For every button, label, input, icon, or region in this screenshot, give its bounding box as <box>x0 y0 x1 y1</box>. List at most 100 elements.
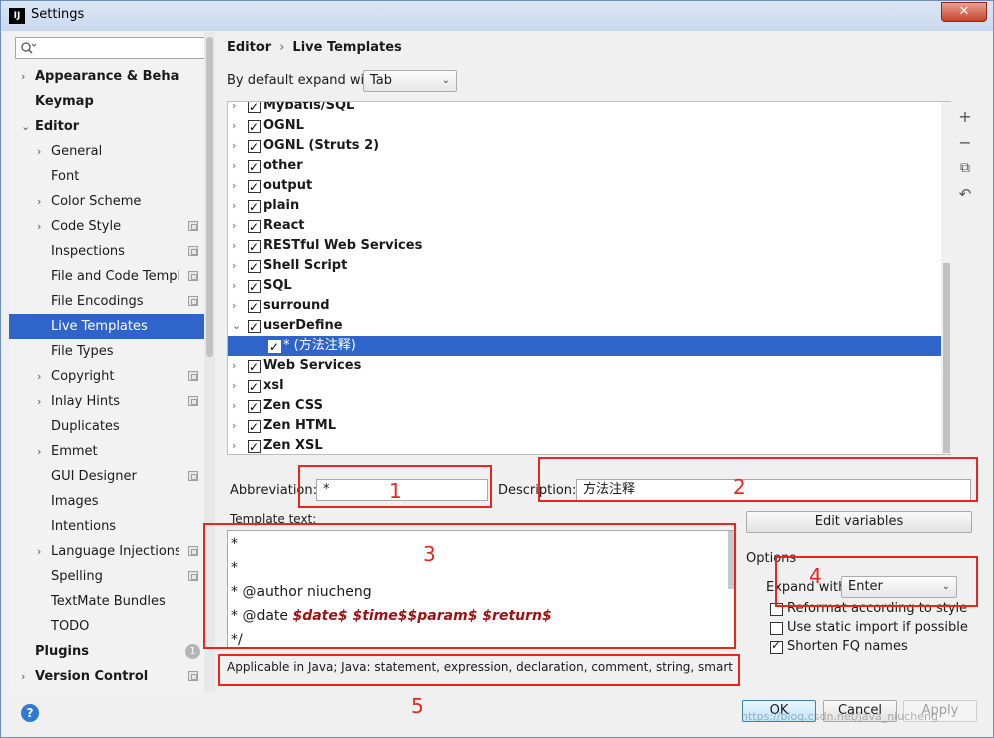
template-checkbox[interactable] <box>248 137 261 157</box>
sidebar-item[interactable]: TODO <box>9 614 215 639</box>
sidebar-item[interactable]: › Copyright <box>9 364 215 389</box>
template-group[interactable]: ⌄ userDefine <box>228 316 950 337</box>
chevron-right-icon[interactable]: › <box>37 439 41 464</box>
chevron-right-icon[interactable]: › <box>37 364 41 389</box>
sidebar-item[interactable]: File and Code Templates <box>9 264 215 289</box>
sidebar-item[interactable]: › Code Style <box>9 214 215 239</box>
sidebar-item[interactable]: File Encodings <box>9 289 215 314</box>
template-checkbox[interactable] <box>248 417 261 437</box>
chevron-right-icon[interactable]: › <box>232 416 236 436</box>
template-group[interactable]: › SQL <box>228 276 950 297</box>
chevron-right-icon[interactable]: › <box>232 256 236 276</box>
template-checkbox[interactable] <box>268 337 281 357</box>
template-checkbox[interactable] <box>248 297 261 317</box>
search-input[interactable] <box>15 37 209 59</box>
chevron-right-icon[interactable]: › <box>232 136 236 156</box>
shorten-fq-checkbox[interactable]: Shorten FQ names <box>770 638 970 657</box>
sidebar-item[interactable]: › Appearance & Behavior <box>9 64 215 89</box>
template-group[interactable]: › output <box>228 176 950 197</box>
chevron-right-icon[interactable]: › <box>37 214 41 239</box>
template-checkbox[interactable] <box>248 102 261 117</box>
template-checkbox[interactable] <box>248 397 261 417</box>
expand-default-select[interactable]: Tab ⌄ <box>363 70 457 92</box>
sidebar-item[interactable]: ⌄ Editor <box>9 114 215 139</box>
sidebar-item[interactable]: GUI Designer <box>9 464 215 489</box>
chevron-right-icon[interactable]: › <box>21 64 25 89</box>
template-group[interactable]: › plain <box>228 196 950 217</box>
template-group[interactable]: › React <box>228 216 950 237</box>
template-group[interactable]: › Zen HTML <box>228 416 950 437</box>
sidebar-item[interactable]: › Version Control <box>9 664 215 689</box>
sidebar-scroll-thumb[interactable] <box>206 37 213 357</box>
chevron-right-icon[interactable]: › <box>37 189 41 214</box>
template-group[interactable]: › OGNL (Struts 2) <box>228 136 950 157</box>
chevron-right-icon[interactable]: › <box>37 139 41 164</box>
copy-icon[interactable]: ⧉ <box>956 159 974 177</box>
chevron-down-icon[interactable]: ⌄ <box>232 316 241 336</box>
template-group[interactable]: › Shell Script <box>228 256 950 277</box>
templates-scroll-thumb[interactable] <box>943 263 950 453</box>
sidebar-item[interactable]: Font <box>9 164 215 189</box>
templates-tree[interactable]: ›Mybatis/SQL›OGNL›OGNL (Struts 2)›other›… <box>227 101 951 455</box>
help-icon[interactable]: ? <box>21 704 39 722</box>
sidebar-item[interactable]: › Color Scheme <box>9 189 215 214</box>
chevron-right-icon[interactable]: › <box>21 664 25 689</box>
chevron-right-icon[interactable]: › <box>232 376 236 396</box>
template-group[interactable]: › RESTful Web Services <box>228 236 950 257</box>
sidebar-item[interactable]: Live Templates <box>9 314 215 339</box>
sidebar-item[interactable]: Inspections <box>9 239 215 264</box>
add-icon[interactable]: + <box>956 108 974 126</box>
chevron-right-icon[interactable]: › <box>232 276 236 296</box>
sidebar-item[interactable]: › Emmet <box>9 439 215 464</box>
template-group[interactable]: › Zen CSS <box>228 396 950 417</box>
sidebar-item[interactable]: › General <box>9 139 215 164</box>
sidebar-item[interactable]: Spelling <box>9 564 215 589</box>
close-button[interactable]: ✕ <box>941 2 987 22</box>
template-group[interactable]: › Zen XSL <box>228 436 950 454</box>
chevron-right-icon[interactable]: › <box>232 356 236 376</box>
sidebar-item[interactable]: Intentions <box>9 514 215 539</box>
template-group[interactable]: › Mybatis/SQL <box>228 102 950 117</box>
restore-icon[interactable]: ↶ <box>956 185 974 203</box>
chevron-right-icon[interactable]: › <box>37 539 41 564</box>
chevron-right-icon[interactable]: › <box>232 116 236 136</box>
chevron-right-icon[interactable]: › <box>232 236 236 256</box>
sidebar-item[interactable]: Plugins 1 <box>9 639 215 664</box>
template-checkbox[interactable] <box>248 217 261 237</box>
template-group[interactable]: › surround <box>228 296 950 317</box>
static-import-checkbox[interactable]: Use static import if possible <box>770 620 970 638</box>
template-checkbox[interactable] <box>248 357 261 377</box>
sidebar-item[interactable]: Keymap <box>9 89 215 114</box>
template-group[interactable]: › xsl <box>228 376 950 397</box>
chevron-right-icon[interactable]: › <box>232 196 236 216</box>
chevron-right-icon[interactable]: › <box>232 436 236 454</box>
template-checkbox[interactable] <box>248 277 261 297</box>
template-checkbox[interactable] <box>248 177 261 197</box>
template-checkbox[interactable] <box>248 257 261 277</box>
sidebar-item[interactable]: File Types <box>9 339 215 364</box>
sidebar-item[interactable]: › Inlay Hints <box>9 389 215 414</box>
chevron-down-icon[interactable]: ⌄ <box>21 114 30 139</box>
template-group[interactable]: › Web Services <box>228 356 950 377</box>
sidebar-item[interactable]: Duplicates <box>9 414 215 439</box>
template-checkbox[interactable] <box>248 157 261 177</box>
template-checkbox[interactable] <box>248 437 261 454</box>
chevron-right-icon[interactable]: › <box>232 396 236 416</box>
chevron-right-icon[interactable]: › <box>232 296 236 316</box>
sidebar-item[interactable]: Images <box>9 489 215 514</box>
static-import-checkbox-box[interactable] <box>770 622 783 635</box>
chevron-right-icon[interactable]: › <box>232 156 236 176</box>
remove-icon[interactable]: − <box>956 134 974 152</box>
sidebar-item[interactable]: TextMate Bundles <box>9 589 215 614</box>
chevron-right-icon[interactable]: › <box>37 389 41 414</box>
template-item[interactable]: * (方法注释) <box>228 336 950 357</box>
template-checkbox[interactable] <box>248 197 261 217</box>
template-checkbox[interactable] <box>248 117 261 137</box>
template-checkbox[interactable] <box>248 237 261 257</box>
chevron-right-icon[interactable]: › <box>232 216 236 236</box>
sidebar-item[interactable]: › Language Injections <box>9 539 215 564</box>
template-group[interactable]: › OGNL <box>228 116 950 137</box>
edit-variables-button[interactable]: Edit variables <box>746 511 972 533</box>
chevron-right-icon[interactable]: › <box>232 102 236 116</box>
chevron-right-icon[interactable]: › <box>232 176 236 196</box>
